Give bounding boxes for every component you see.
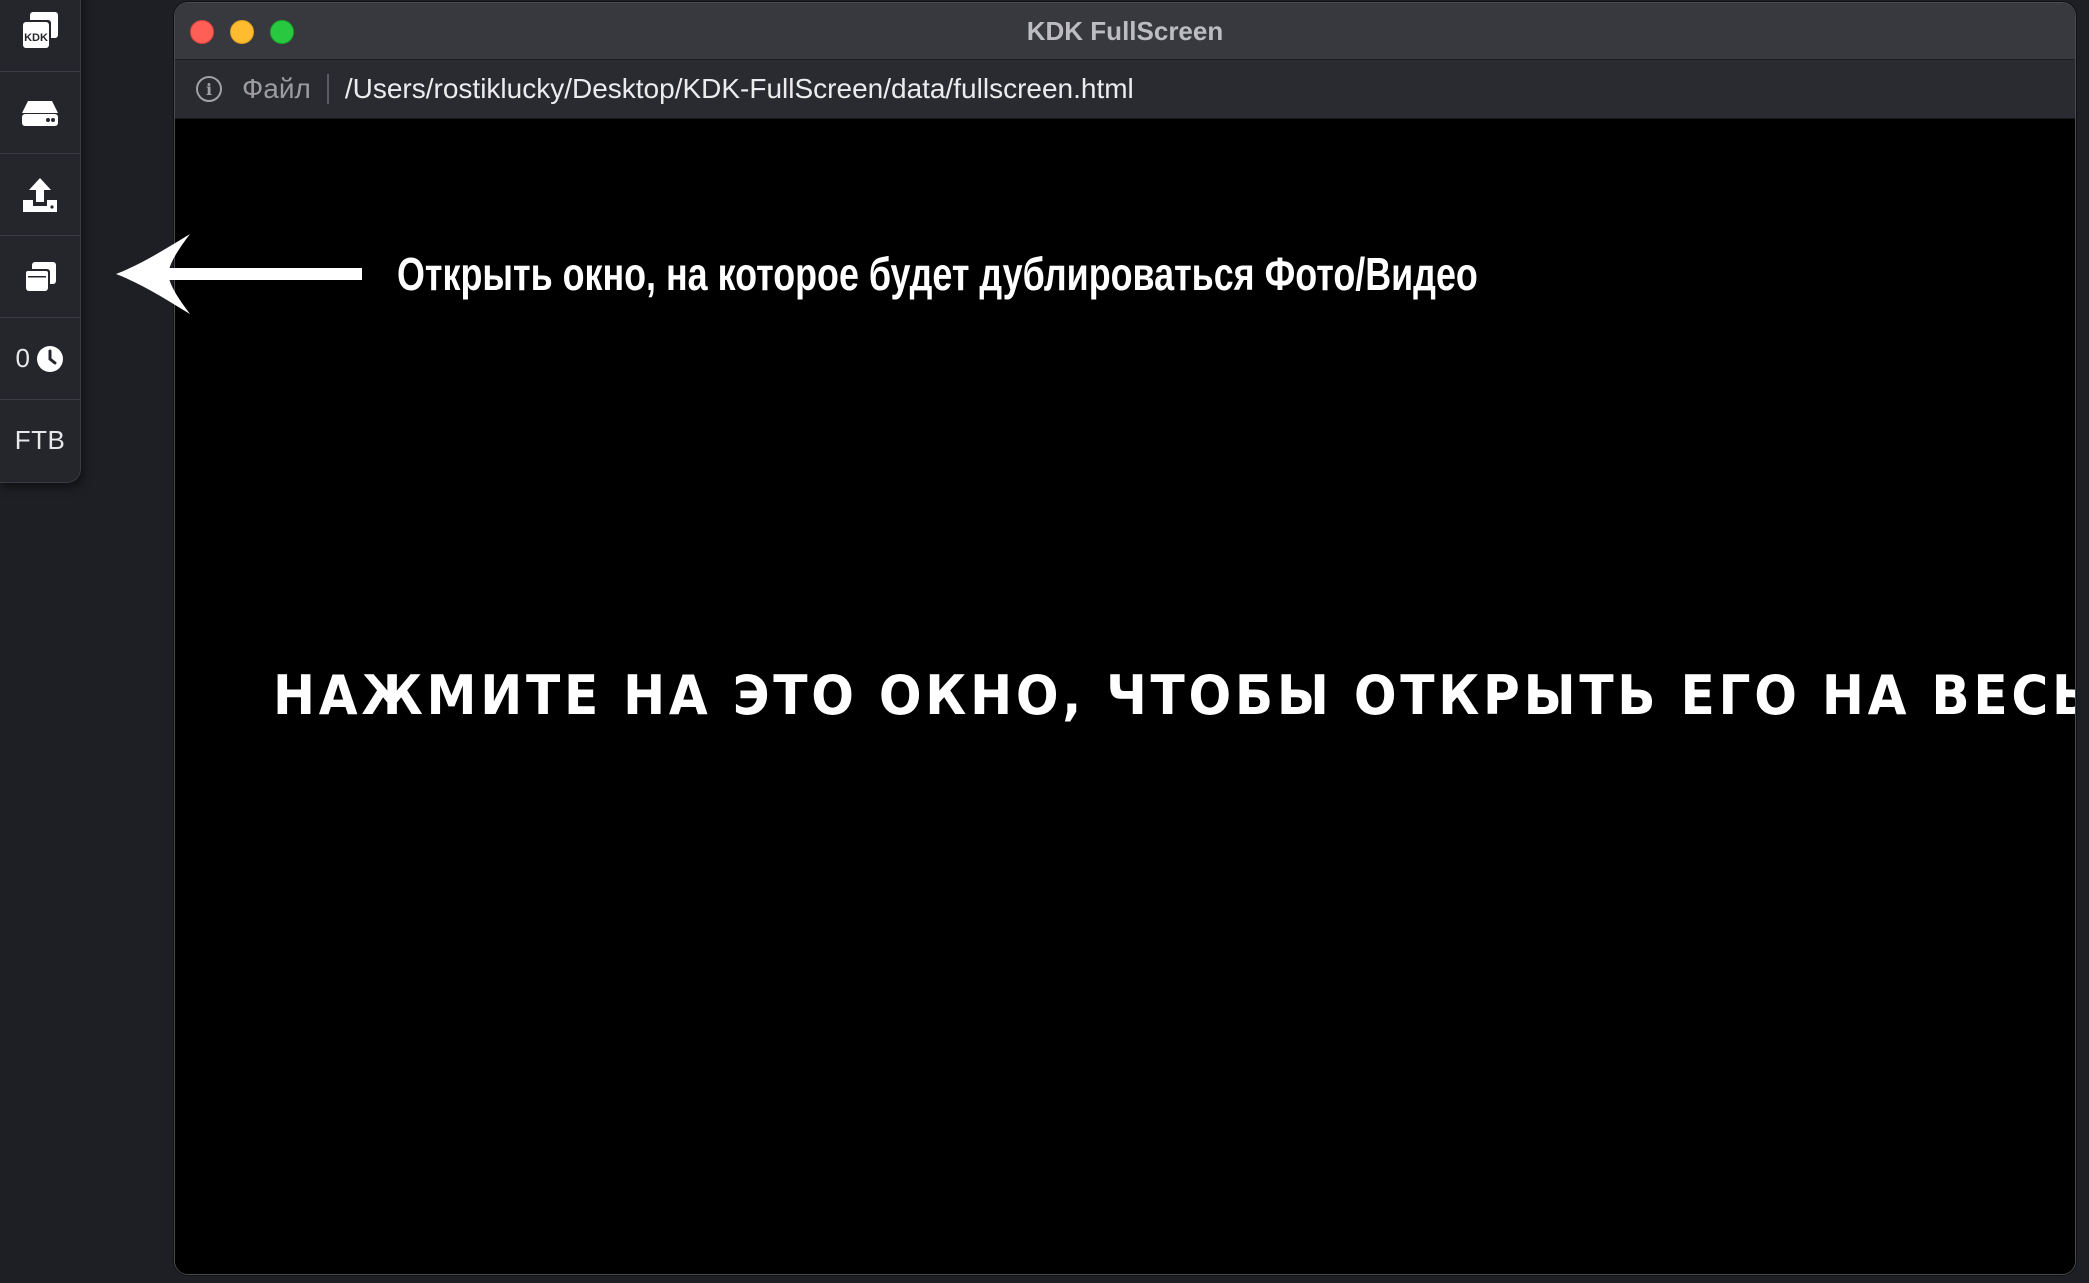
hint-text: Открыть окно, на которое будет дублирова… bbox=[397, 248, 1478, 300]
clock-icon bbox=[36, 345, 64, 373]
info-icon[interactable]: i bbox=[196, 76, 222, 102]
address-bar[interactable]: i Файл /Users/rostiklucky/Desktop/KDK-Fu… bbox=[175, 60, 2075, 119]
timer-value: 0 bbox=[15, 343, 31, 373]
window-title: KDK FullScreen bbox=[1026, 16, 1224, 46]
fullscreen-content-area[interactable]: Открыть окно, на которое будет дублирова… bbox=[175, 119, 2075, 1274]
address-divider bbox=[326, 74, 329, 104]
main-message: НАЖМИТЕ НА ЭТО ОКНО, ЧТОБЫ ОТКРЫТЬ ЕГО Н… bbox=[273, 664, 2075, 727]
pointer-arrow-icon bbox=[112, 234, 362, 319]
open-windows-button[interactable] bbox=[0, 236, 80, 318]
kdk-windows-icon: KDK bbox=[17, 8, 63, 54]
side-toolbar: KDK 0 FTB bbox=[0, 0, 81, 483]
timer-button[interactable]: 0 bbox=[0, 318, 80, 400]
browser-window[interactable]: KDK FullScreen i Файл /Users/rostiklucky… bbox=[174, 2, 2076, 1275]
ftb-button[interactable]: FTB bbox=[0, 400, 80, 481]
svg-text:KDK: KDK bbox=[24, 32, 48, 44]
windows-stack-icon bbox=[22, 260, 58, 294]
kdk-logo-button[interactable]: KDK bbox=[0, 0, 80, 72]
hard-drive-icon bbox=[20, 99, 60, 127]
scheme-label: Файл bbox=[242, 73, 311, 104]
upload-icon bbox=[21, 176, 59, 214]
ftb-label: FTB bbox=[14, 425, 66, 455]
title-bar[interactable]: KDK FullScreen bbox=[175, 3, 2075, 60]
drive-button[interactable] bbox=[0, 72, 80, 154]
url-text[interactable]: /Users/rostiklucky/Desktop/KDK-FullScree… bbox=[345, 73, 1134, 105]
upload-button[interactable] bbox=[0, 154, 80, 236]
